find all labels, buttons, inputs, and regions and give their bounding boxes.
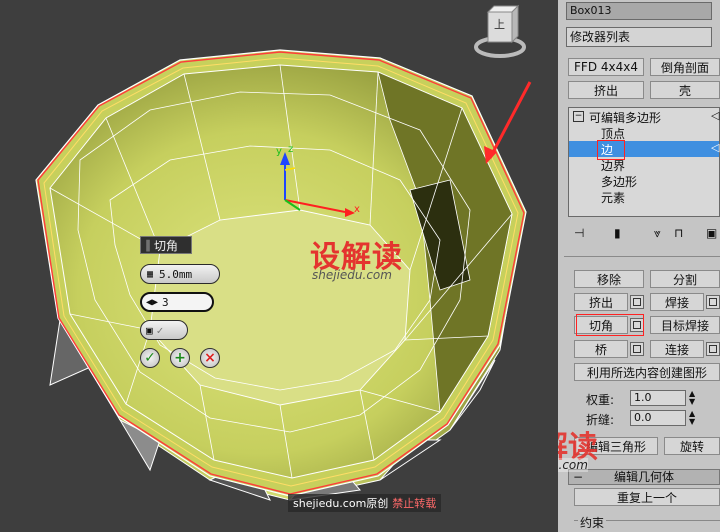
weld-button[interactable]: 焊接 [650, 293, 704, 311]
chamfer-highlight-box [576, 314, 644, 336]
viewcube[interactable]: 上 [470, 2, 530, 72]
make-unique-icon[interactable]: ⩔ [654, 226, 661, 241]
divider [564, 256, 720, 257]
configure-sets-icon[interactable]: ▣ [706, 226, 717, 240]
weight-value: 1.0 [634, 391, 652, 404]
edit-geometry-rollout-header[interactable]: − 编辑几何体 [568, 469, 720, 485]
caddy-cancel-button[interactable]: × [200, 348, 220, 368]
stack-item-border[interactable]: 边界 [601, 157, 625, 174]
chamfer-open-toggle[interactable]: ▣ ✓ [140, 320, 188, 340]
turn-button[interactable]: 旋转 [664, 437, 720, 455]
bridge-button[interactable]: 桥 [574, 340, 628, 358]
chamfer-segments-value: 3 [162, 295, 169, 309]
gizmo-z-label: z [288, 144, 294, 155]
shell-button[interactable]: 壳 [650, 81, 720, 99]
ffd-button[interactable]: FFD 4x4x4 [568, 58, 644, 76]
object-name-field[interactable]: Box013 [566, 2, 712, 20]
weight-spinner-icon[interactable]: ▲ ▼ [689, 390, 695, 406]
object-name: Box013 [570, 4, 612, 17]
amount-icon: ▦ [147, 268, 154, 280]
connect-button[interactable]: 连接 [650, 340, 704, 358]
chamfer-type-icon: ▣ [146, 323, 153, 337]
caddy-grip-icon: ∥ [145, 238, 151, 252]
watermark-credit: shejiedu.com 原创 禁止转载 [288, 494, 442, 512]
caddy-apply-button[interactable]: + [170, 348, 190, 368]
target-weld-button[interactable]: 目标焊接 [650, 316, 720, 334]
chamfer-caddy[interactable]: ∥ 切角 ▦ 5.0mm ◀▶ 3 ▣ ✓ ✓ + × [140, 236, 230, 376]
extrude-modifier-button[interactable]: 挤出 [568, 81, 644, 99]
bevel-profile-button[interactable]: 倒角剖面 [650, 58, 720, 76]
stack-item-element[interactable]: 元素 [601, 189, 625, 206]
modifier-list-dropdown[interactable]: 修改器列表 [566, 27, 712, 47]
gizmo-y-label: y [276, 146, 282, 157]
viewcube-icon [474, 4, 526, 58]
perspective-viewport[interactable]: 上 y z x ∥ 切角 ▦ 5.0mm ◀▶ 3 ▣ ✓ ✓ + × 设解读 … [0, 0, 558, 532]
bowl-mesh [35, 49, 532, 501]
edit-geometry-collapse-icon: − [573, 470, 584, 484]
stack-item-edge-row[interactable] [569, 141, 719, 157]
create-shape-button[interactable]: 利用所选内容创建图形 [574, 363, 720, 381]
chamfer-segments-field[interactable]: ◀▶ 3 [140, 292, 214, 312]
remove-button[interactable]: 移除 [574, 270, 644, 288]
show-end-result-icon[interactable]: ▮ [614, 226, 621, 240]
extrude-settings-button[interactable] [630, 295, 644, 309]
pin-stack-icon[interactable]: ⊣ [574, 226, 584, 240]
modifier-list-label: 修改器列表 [570, 30, 631, 44]
crease-spinner-icon[interactable]: ▲ ▼ [689, 410, 695, 426]
weld-settings-button[interactable] [706, 295, 720, 309]
chamfer-check-icon: ✓ [156, 323, 164, 337]
stack-collapse-icon[interactable]: − [573, 111, 584, 122]
weight-label: 权重: [586, 393, 615, 407]
stack-item-polygon[interactable]: 多边形 [601, 173, 637, 190]
stack-root-editable-poly[interactable]: 可编辑多边形 [589, 109, 661, 126]
credit-forbid: 禁止转载 [392, 497, 437, 510]
stack-toolbar: ⊣ ▮ ⩔ ⊓ ▣ [568, 224, 720, 244]
gizmo-x-label: x [354, 204, 360, 215]
caddy-title: 切角 [154, 238, 179, 253]
remove-modifier-icon[interactable]: ⊓ [674, 226, 683, 240]
extrude-button[interactable]: 挤出 [574, 293, 628, 311]
edit-geometry-title: 编辑几何体 [613, 470, 674, 484]
weight-field[interactable]: 1.0 [630, 390, 686, 406]
panel-watermark-url: shejiedu.com [558, 458, 588, 472]
credit-original: 原创 [366, 497, 389, 510]
segments-spinner-icon: ◀▶ [146, 296, 159, 308]
stack-arrow-icon: ◁ [711, 109, 720, 122]
repeat-last-button[interactable]: 重复上一个 [574, 488, 720, 506]
crease-field[interactable]: 0.0 [630, 410, 686, 426]
command-panel: Box013 修改器列表 FFD 4x4x4 倒角剖面 挤出 壳 − 可编辑多边… [558, 0, 720, 532]
modifier-stack[interactable]: − 可编辑多边形 顶点 边 边界 多边形 元素 ◁ ◁ [568, 107, 720, 217]
caddy-title-bar[interactable]: ∥ 切角 [140, 236, 192, 254]
stack-arrow-icon-selected: ◁ [711, 141, 720, 154]
chamfer-amount-value: 5.0mm [159, 267, 193, 281]
bridge-settings-button[interactable] [630, 342, 644, 356]
viewcube-face-label: 上 [494, 18, 505, 31]
watermark-url: shejiedu.com [312, 268, 392, 282]
crease-value: 0.0 [634, 411, 652, 424]
caddy-ok-button[interactable]: ✓ [140, 348, 160, 368]
split-button[interactable]: 分割 [650, 270, 720, 288]
connect-settings-button[interactable] [706, 342, 720, 356]
transform-gizmo[interactable] [270, 140, 370, 230]
chamfer-amount-field[interactable]: ▦ 5.0mm [140, 264, 220, 284]
constraints-label: 约束 [578, 514, 607, 531]
credit-site: shejiedu.com [293, 496, 367, 510]
